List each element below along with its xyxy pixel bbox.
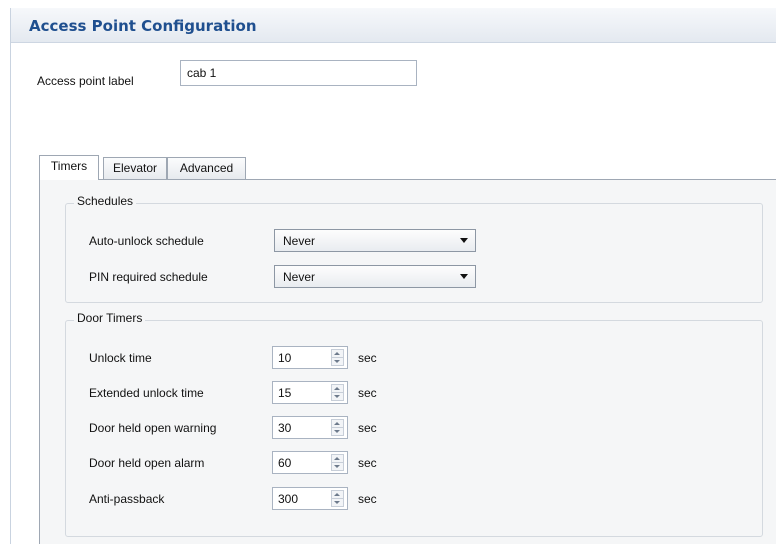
increment-arrow-icon[interactable]: [332, 350, 343, 358]
pin-required-schedule-select[interactable]: Never: [274, 265, 476, 288]
access-point-label-caption: Access point label: [37, 74, 134, 88]
increment-arrow-icon[interactable]: [332, 455, 343, 463]
tab-advanced-label: Advanced: [179, 161, 234, 175]
decrement-arrow-icon[interactable]: [332, 463, 343, 470]
increment-arrow-icon[interactable]: [332, 491, 343, 499]
extended-unlock-time-unit: sec: [358, 386, 377, 400]
door-held-open-alarm-input[interactable]: [273, 452, 325, 473]
tab-elevator[interactable]: Elevator: [103, 157, 167, 179]
anti-passback-unit: sec: [358, 492, 377, 506]
tab-timers[interactable]: Timers: [39, 155, 99, 180]
door-held-open-warning-stepper: [272, 416, 348, 439]
door-held-open-alarm-unit: sec: [358, 456, 377, 470]
unlock-time-stepper: [272, 346, 348, 369]
pin-required-schedule-value: Never: [283, 270, 316, 284]
decrement-arrow-icon[interactable]: [332, 428, 343, 435]
decrement-arrow-icon[interactable]: [332, 393, 343, 400]
spin-buttons: [331, 490, 344, 507]
increment-arrow-icon[interactable]: [332, 385, 343, 393]
tab-advanced[interactable]: Advanced: [167, 157, 246, 179]
door-timers-group-title: Door Timers: [74, 311, 146, 325]
spin-buttons: [331, 454, 344, 471]
auto-unlock-schedule-select[interactable]: Never: [274, 229, 476, 252]
timers-tab-panel: Schedules Auto-unlock schedule Never PIN…: [39, 179, 776, 544]
chevron-down-icon: [460, 238, 468, 243]
access-point-label-input[interactable]: [180, 60, 417, 86]
auto-unlock-schedule-value: Never: [283, 234, 316, 248]
extended-unlock-time-label: Extended unlock time: [89, 386, 204, 400]
door-held-open-alarm-label: Door held open alarm: [89, 456, 205, 470]
increment-arrow-icon[interactable]: [332, 420, 343, 428]
chevron-down-icon: [460, 274, 468, 279]
spin-buttons: [331, 349, 344, 366]
extended-unlock-time-input[interactable]: [273, 382, 325, 403]
door-held-open-warning-label: Door held open warning: [89, 421, 217, 435]
anti-passback-input[interactable]: [273, 488, 325, 509]
title-bar: Access Point Configuration: [11, 8, 776, 43]
pin-required-schedule-label: PIN required schedule: [89, 270, 208, 284]
door-held-open-alarm-stepper: [272, 451, 348, 474]
spin-buttons: [331, 419, 344, 436]
anti-passback-stepper: [272, 487, 348, 510]
tab-timers-label: Timers: [50, 159, 88, 173]
unlock-time-label: Unlock time: [89, 351, 152, 365]
door-held-open-warning-unit: sec: [358, 421, 377, 435]
tab-elevator-label: Elevator: [112, 161, 158, 175]
spin-buttons: [331, 384, 344, 401]
door-held-open-warning-input[interactable]: [273, 417, 325, 438]
door-timers-group: Door Timers Unlock time sec Extended unl…: [65, 311, 763, 537]
schedules-group: Schedules Auto-unlock schedule Never PIN…: [65, 194, 763, 303]
unlock-time-unit: sec: [358, 351, 377, 365]
extended-unlock-time-stepper: [272, 381, 348, 404]
decrement-arrow-icon[interactable]: [332, 358, 343, 365]
anti-passback-label: Anti-passback: [89, 492, 165, 506]
page-title: Access Point Configuration: [29, 17, 257, 35]
auto-unlock-schedule-label: Auto-unlock schedule: [89, 234, 204, 248]
unlock-time-input[interactable]: [273, 347, 325, 368]
decrement-arrow-icon[interactable]: [332, 499, 343, 506]
schedules-group-title: Schedules: [74, 194, 137, 208]
config-window: Access Point Configuration Access point …: [10, 8, 776, 544]
